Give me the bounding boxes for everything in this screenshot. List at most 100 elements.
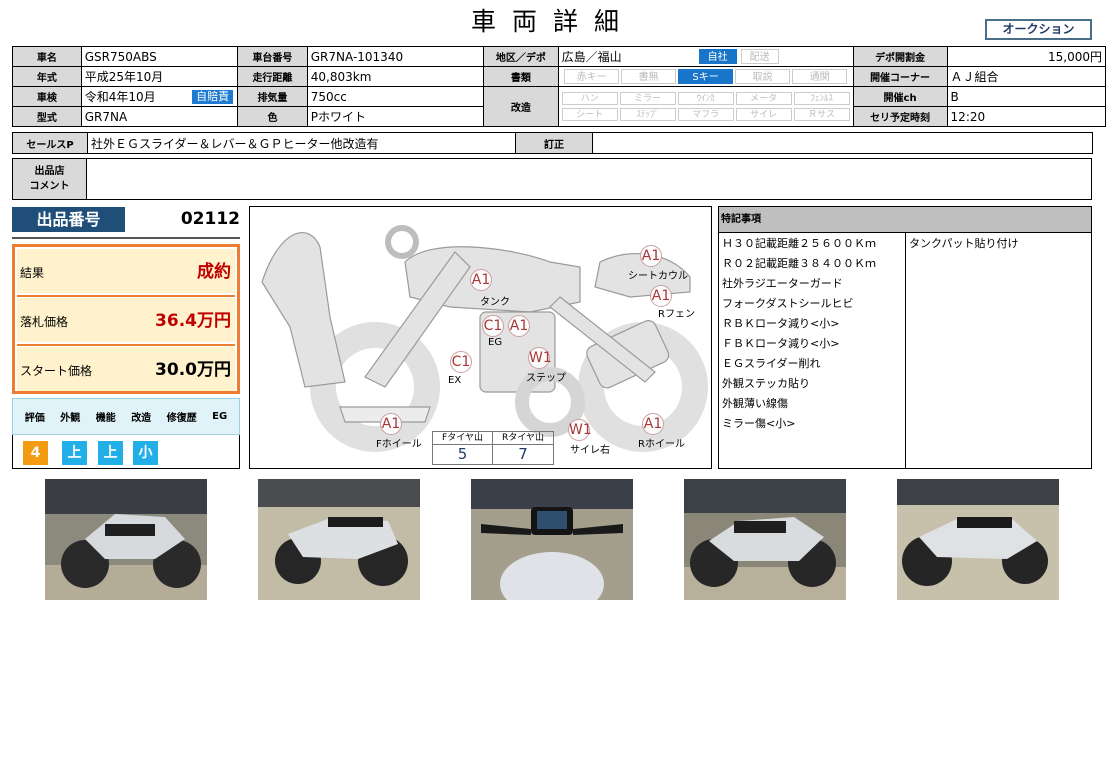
remark-item-right: タンクパット貼り付け	[909, 237, 1019, 250]
damage-mark-code: W1	[568, 419, 592, 441]
lot-divider	[12, 237, 240, 239]
eval-rating: 4	[23, 441, 48, 465]
year-value: 平成25年10月	[80, 66, 239, 87]
rear-tire-header: Rタイヤ山	[493, 432, 553, 445]
seller-comment: 出品店 コメント	[12, 158, 1092, 200]
damage-mark-label: EX	[448, 375, 462, 386]
price-label: 落札価格	[20, 315, 69, 329]
mod-chip: マフラ	[677, 108, 734, 121]
result-label: 結果	[20, 266, 45, 280]
tire-depth-box: Fタイヤ山 Rタイヤ山 5 7	[432, 431, 554, 465]
comment-label-line1: 出品店	[34, 166, 65, 177]
damage-mark-label: シートカウル	[628, 271, 688, 282]
damage-mark-code: W1	[528, 347, 552, 369]
photo-side-right[interactable]	[684, 479, 846, 600]
eval-h-rating: 評価	[24, 413, 45, 424]
result-value: 成約	[197, 262, 231, 282]
cc-header: 排気量	[237, 86, 308, 107]
mileage-header: 走行距離	[237, 66, 308, 87]
correction-header: 訂正	[515, 132, 593, 154]
photo-side-left[interactable]	[45, 479, 207, 600]
mod-chip: シート	[561, 108, 618, 121]
eval-h-exterior: 外観	[60, 413, 81, 424]
remark-item: ＥＧスライダー削れ	[722, 357, 821, 370]
mod-chip: ハン	[561, 92, 618, 105]
page-title: 車両詳細	[470, 7, 635, 36]
sales-point-header: セールスP	[12, 132, 88, 154]
doc-chip: Sキー	[678, 69, 734, 84]
cc-value: 750cc	[306, 86, 485, 107]
vehicle-name: GSR750ABS	[80, 46, 239, 67]
damage-mark-code: A1	[470, 269, 492, 291]
damage-mark-code: A1	[650, 285, 672, 307]
damage-mark-code: A1	[642, 413, 664, 435]
mod-chip: ミラー	[619, 92, 676, 105]
comment-label: 出品店 コメント	[13, 159, 87, 199]
rear-tire-value: 7	[518, 445, 528, 463]
mod-chip: サイレ	[735, 108, 792, 121]
insurance-tag: 自賠責	[192, 90, 234, 104]
damage-mark-code: A1	[640, 245, 662, 267]
remark-item: 社外ラジエーターガード	[722, 277, 843, 290]
time-value: 12:20	[946, 106, 1106, 127]
remarks-header: 特記事項	[719, 207, 1091, 233]
eval-h-repair: 修復歴	[166, 413, 197, 424]
area-cell: 広島／福山 自社 配送	[557, 46, 854, 67]
damage-mark-code: C1	[482, 315, 504, 337]
eval-h-function: 機能	[95, 413, 116, 424]
corner-value: ＡＪ組合	[946, 66, 1106, 87]
eval-mod: 小	[133, 441, 158, 465]
remark-item: ミラー傷<小>	[722, 417, 796, 430]
remark-item: 外観薄い線傷	[722, 397, 788, 410]
price-row: 落札価格 36.4万円	[17, 298, 235, 342]
comment-label-line2: コメント	[29, 181, 70, 192]
color-value: Pホワイト	[306, 106, 485, 127]
fee-value: 15,000円	[946, 46, 1106, 67]
color-header: 色	[237, 106, 308, 127]
docs-header: 書類	[483, 66, 559, 87]
auction-button[interactable]: オークション	[985, 19, 1092, 40]
area-header: 地区／デポ	[483, 46, 559, 67]
evaluation-header: 評価 外観 機能 改造 修復歴 EG	[12, 398, 240, 435]
docs-cell: 赤キー 書無 Sキー 取説 通関	[557, 66, 854, 87]
damage-mark-code: A1	[508, 315, 530, 337]
year-header: 年式	[12, 66, 82, 87]
result-row: 結果 成約	[17, 249, 235, 293]
remarks-panel: 特記事項 Ｈ３０記載距離２５６００Ｋｍ Ｒ０２記載距離３８４００Ｋｍ 社外ラジエ…	[718, 206, 1092, 469]
mod-chip: Ｒサス	[793, 108, 850, 121]
remark-item: ＲＢＫロータ減り<小>	[722, 317, 840, 330]
doc-chip: 取説	[735, 69, 791, 84]
damage-mark-label: EG	[488, 337, 503, 348]
mod-chip: ｽﾃｯﾌﾟ	[619, 108, 676, 121]
photo-front-right[interactable]	[897, 479, 1059, 600]
damage-mark-label: ステップ	[526, 373, 566, 384]
eval-h-eg: EG	[212, 411, 228, 422]
ch-value: B	[946, 86, 1106, 107]
price-divider	[17, 344, 235, 346]
lot-label: 出品番号	[12, 207, 125, 232]
result-box: 結果 成約 落札価格 36.4万円 スタート価格 30.0万円	[12, 244, 240, 394]
eval-h-mod: 改造	[131, 413, 152, 424]
mod-chip: ﾌｪﾝﾙｽ	[793, 92, 850, 105]
delivery-tag: 配送	[740, 49, 779, 64]
fee-header: デポ開割金	[852, 46, 948, 67]
inspection-cell: 令和4年10月 自賠責	[80, 86, 239, 107]
sales-point-table: セールスP 社外ＥＧスライダー＆レバー＆ＧＰヒーター他改造有 訂正	[12, 132, 1093, 154]
damage-mark-label: Fホイール	[376, 439, 422, 450]
self-tag: 自社	[698, 49, 737, 64]
doc-chip: 通関	[792, 69, 848, 84]
price-value: 36.4万円	[155, 311, 231, 331]
photo-cockpit[interactable]	[471, 479, 633, 600]
mileage-value: 40,803km	[306, 66, 485, 87]
mod-chip: メータ	[735, 92, 792, 105]
remark-item: ＦＢＫロータ減り<小>	[722, 337, 840, 350]
damage-mark-label: タンク	[480, 297, 510, 308]
type-header: 型式	[12, 106, 82, 127]
inspection-header: 車検	[12, 86, 82, 107]
doc-chip: 赤キー	[564, 69, 620, 84]
time-header: セリ予定時刻	[852, 106, 948, 127]
start-label: スタート価格	[20, 364, 93, 378]
correction-value	[592, 132, 1093, 154]
photo-rear-left[interactable]	[258, 479, 420, 600]
area-value: 広島／福山	[561, 50, 622, 64]
